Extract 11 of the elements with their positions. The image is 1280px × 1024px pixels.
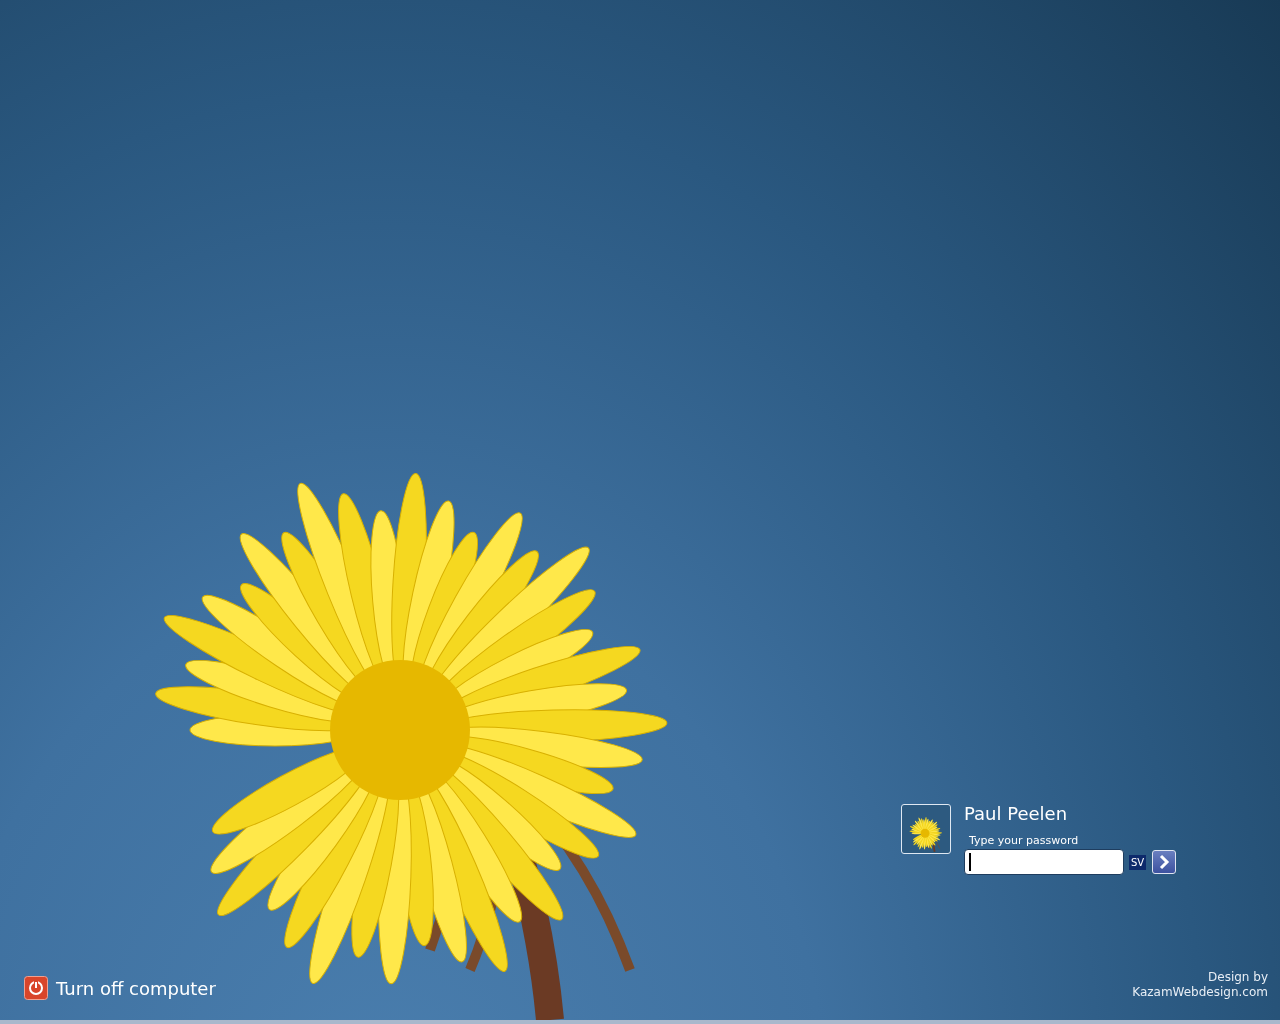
password-label: Type your password [969,834,1080,847]
keyboard-layout-indicator[interactable]: SV [1129,854,1147,870]
power-icon [24,976,48,1000]
user-name: Paul Peelen [964,804,1069,824]
credit-text: Design by [1208,970,1268,985]
arrow-right-icon [1157,854,1172,870]
go-button[interactable] [1152,850,1177,874]
avatar-picture[interactable] [901,804,951,854]
turn-off-button[interactable]: Turn off computer [24,976,216,1000]
credit-link[interactable]: KazamWebdesign.com [1132,985,1268,1000]
password-field[interactable] [964,849,1124,875]
